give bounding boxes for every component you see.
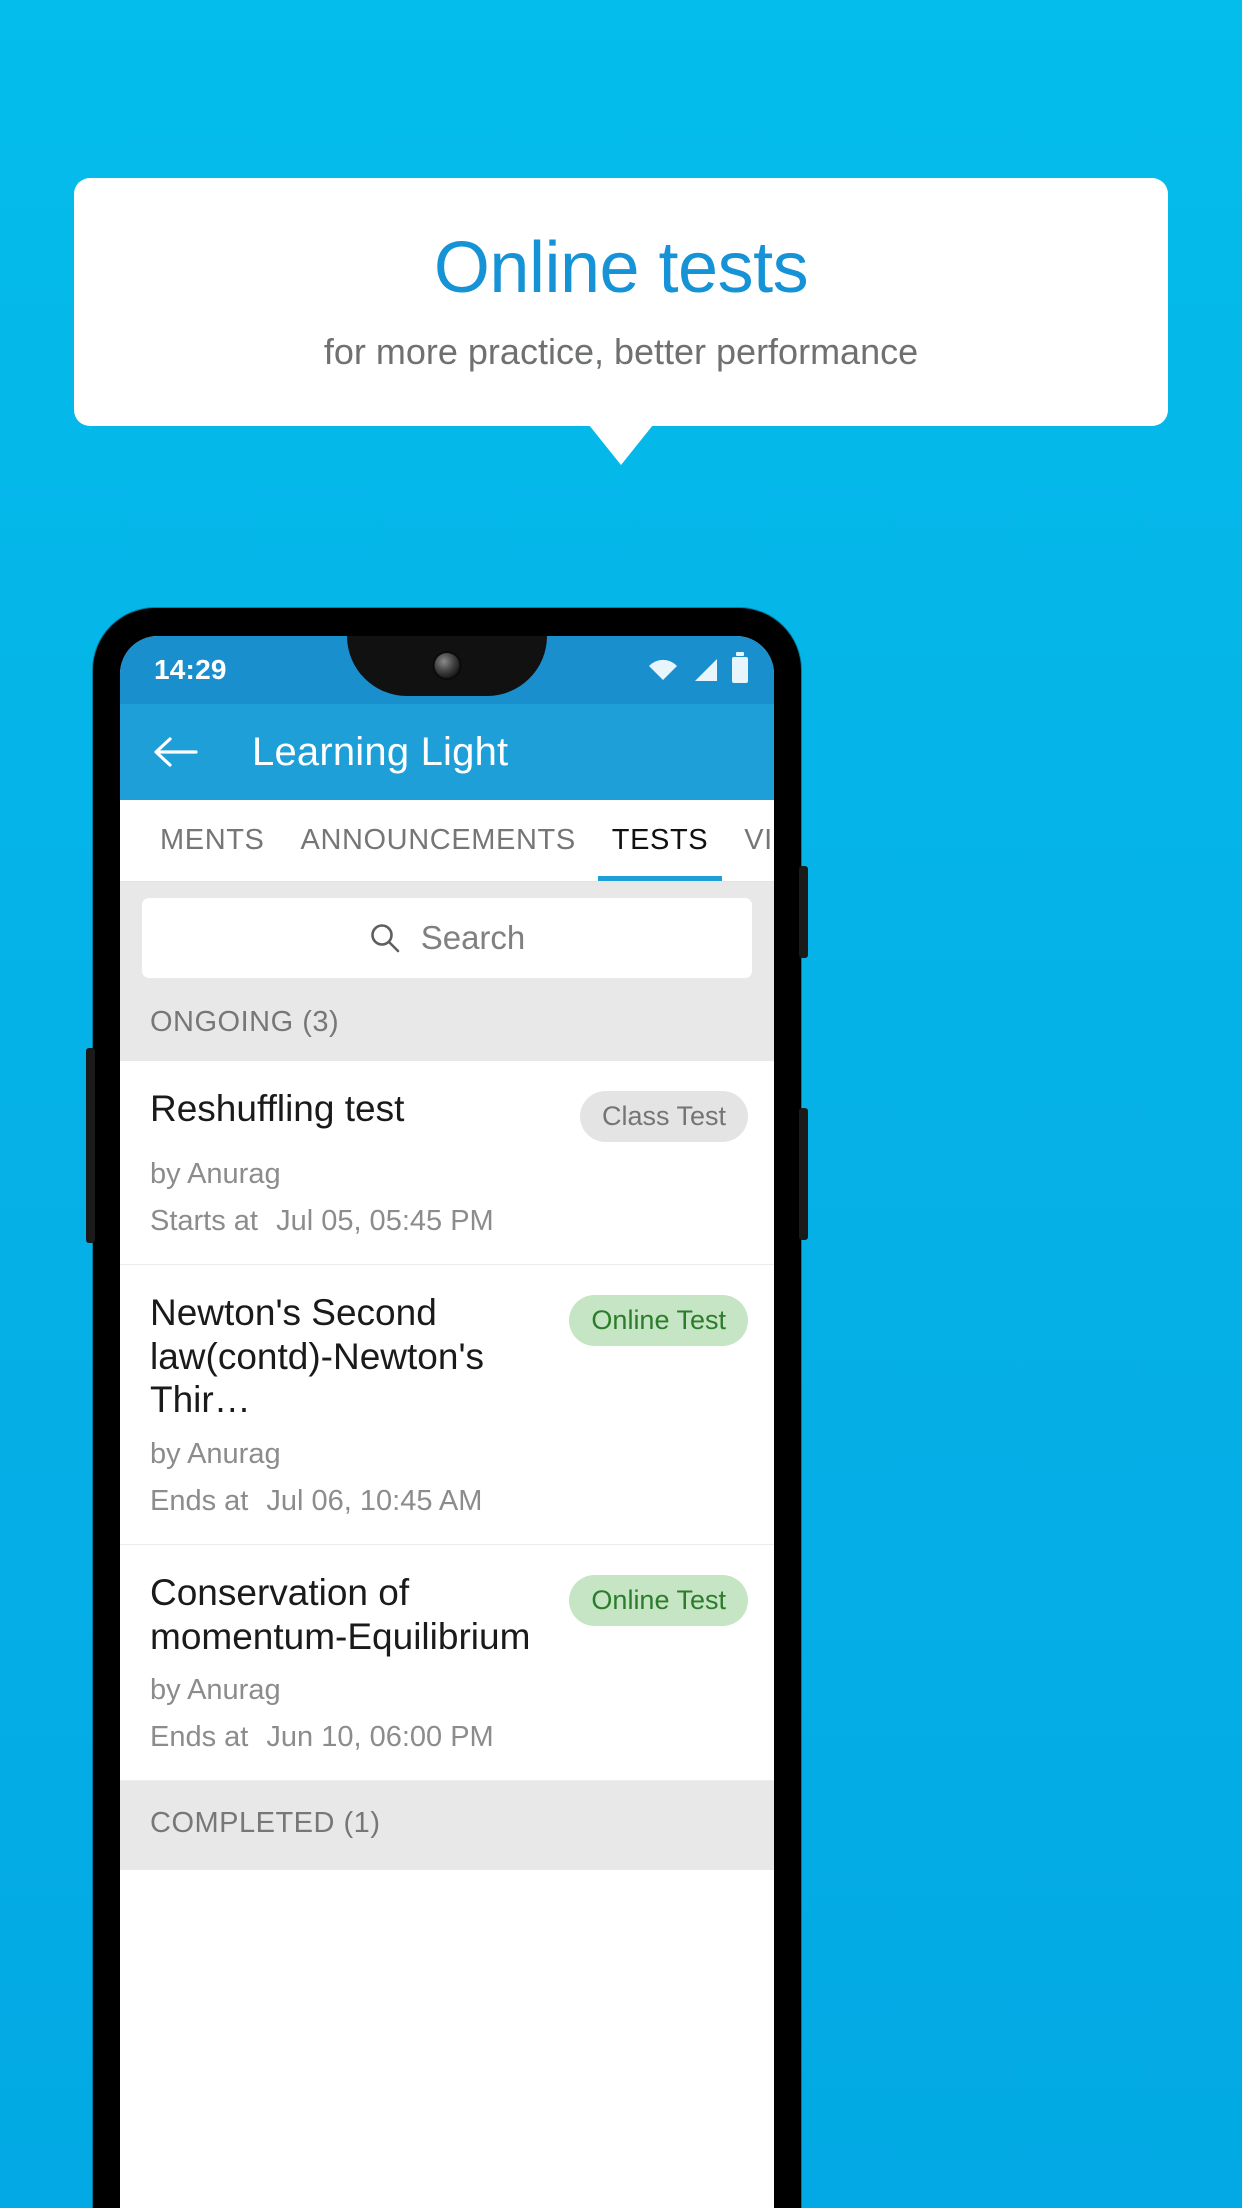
promo-subtitle: for more practice, better performance: [323, 331, 919, 373]
test-type-badge: Online Test: [569, 1295, 748, 1346]
test-list-item[interactable]: Reshuffling test Class Test by Anurag St…: [120, 1061, 774, 1265]
promo-callout: Online tests for more practice, better p…: [74, 178, 1168, 426]
test-item-header: Conservation of momentum-Equilibrium Onl…: [150, 1571, 748, 1658]
tab-assignments[interactable]: MENTS: [142, 800, 283, 881]
test-time-value: Jul 05, 05:45 PM: [276, 1205, 494, 1237]
app-bar-title: Learning Light: [252, 729, 509, 774]
tab-label: MENTS: [160, 824, 265, 856]
status-bar: 14:29: [120, 636, 774, 704]
test-time-label: Ends at: [150, 1721, 249, 1754]
test-time-label: Ends at: [150, 1484, 249, 1517]
test-time: Ends at Jul 06, 10:45 AM: [150, 1485, 748, 1518]
test-time-value: Jun 10, 06:00 PM: [266, 1721, 494, 1754]
search-icon: [370, 924, 400, 953]
tab-label: TESTS: [611, 824, 709, 856]
test-item-header: Reshuffling test Class Test: [150, 1087, 748, 1142]
tab-announcements[interactable]: ANNOUNCEMENTS: [283, 800, 594, 881]
tab-tests[interactable]: TESTS: [594, 800, 726, 881]
wifi-icon: [649, 659, 677, 680]
test-list-item[interactable]: Conservation of momentum-Equilibrium Onl…: [120, 1544, 774, 1782]
status-time: 14:29: [154, 654, 227, 685]
tab-label: ANNOUNCEMENTS: [300, 824, 576, 856]
status-icons: [648, 652, 748, 683]
phone-screen: 14:29 Learning Light MENTS ANNOUNCEMENTS…: [120, 636, 774, 2208]
tab-videos[interactable]: VIDEOS: [726, 800, 774, 881]
test-time: Starts at Jul 05, 05:45 PM: [150, 1205, 748, 1238]
tab-bar: MENTS ANNOUNCEMENTS TESTS VIDEOS: [120, 800, 774, 882]
test-type-badge: Online Test: [569, 1574, 748, 1626]
search-container: Search: [120, 882, 774, 996]
test-time-label: Starts at: [150, 1205, 258, 1237]
test-type-badge: Class Test: [579, 1091, 748, 1142]
volume-button: [799, 1108, 808, 1240]
test-time-value: Jul 06, 10:45 AM: [266, 1484, 483, 1517]
app-bar: Learning Light: [120, 704, 774, 800]
battery-icon: [732, 652, 748, 683]
back-arrow-icon: [154, 737, 198, 767]
back-button[interactable]: [152, 729, 198, 775]
display-notch: [347, 636, 547, 696]
test-title: Conservation of momentum-Equilibrium: [150, 1571, 531, 1657]
phone-device-frame: 14:29 Learning Light MENTS ANNOUNCEMENTS…: [86, 608, 808, 2208]
callout-tail-triangle: [589, 425, 653, 465]
test-time: Ends at Jun 10, 06:00 PM: [150, 1721, 748, 1754]
test-list-item[interactable]: Newton's Second law(contd)-Newton's Thir…: [120, 1265, 774, 1545]
section-header-completed: COMPLETED (1): [120, 1781, 774, 1871]
promo-title: Online tests: [433, 228, 809, 309]
test-item-header: Newton's Second law(contd)-Newton's Thir…: [150, 1291, 748, 1422]
test-author: by Anurag: [150, 1674, 281, 1707]
tests-content: Search ONGOING (3) Reshuffling test Clas…: [120, 882, 774, 2208]
promo-screen: Online tests for more practice, better p…: [0, 0, 1242, 2208]
left-side-button: [86, 1048, 95, 1243]
test-title: Reshuffling test: [150, 1088, 405, 1129]
test-author: by Anurag: [150, 1437, 281, 1470]
power-button: [799, 866, 808, 958]
search-placeholder: Search: [420, 919, 526, 956]
search-input[interactable]: Search: [142, 898, 752, 978]
tab-label: VIDEOS: [744, 824, 774, 856]
section-header-ongoing: ONGOING (3): [120, 996, 774, 1061]
signal-icon: [695, 659, 717, 681]
test-author: by Anurag: [150, 1158, 281, 1190]
test-title: Newton's Second law(contd)-Newton's Thir…: [150, 1292, 485, 1421]
front-camera-icon: [434, 653, 460, 678]
